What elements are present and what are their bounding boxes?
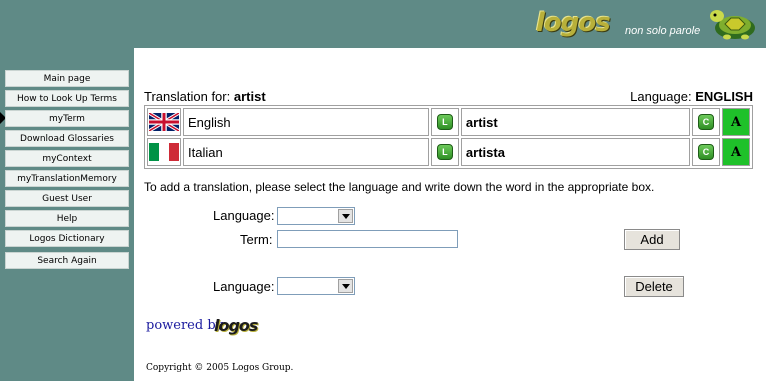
language-name: English xyxy=(183,108,429,136)
delete-button[interactable]: Delete xyxy=(624,276,684,297)
sidebar-item-how-to-look-up-terms[interactable]: How to Look Up Terms xyxy=(5,90,129,107)
language-label-delete: Language: xyxy=(213,279,275,294)
logo-text: logos xyxy=(536,8,611,38)
sidebar-item-guest-user[interactable]: Guest User xyxy=(5,190,129,207)
sidebar-item-myterm[interactable]: myTerm xyxy=(5,110,129,127)
l-cell: L xyxy=(430,108,459,136)
l-icon[interactable]: L xyxy=(436,144,453,161)
current-language: ENGLISH xyxy=(695,89,753,104)
term-label: Term: xyxy=(240,232,273,247)
powered-by-text: powered by xyxy=(146,318,223,333)
uk-flag-icon xyxy=(148,111,180,133)
translation-prefix: Translation for: xyxy=(144,89,231,104)
sidebar-item-mytranslationmemory[interactable]: myTranslationMemory xyxy=(5,170,129,187)
sidebar: Main page How to Look Up Terms myTerm Do… xyxy=(5,70,131,272)
language-prefix: Language: xyxy=(630,89,692,104)
flag-cell xyxy=(147,138,181,166)
translation-word: artist xyxy=(460,108,690,136)
turtle-mascot-icon xyxy=(710,10,755,40)
a-icon[interactable]: A xyxy=(722,138,750,166)
l-icon[interactable]: L xyxy=(436,114,453,131)
language-select-delete[interactable] xyxy=(277,277,355,295)
italy-flag-icon xyxy=(149,143,179,161)
sidebar-item-help[interactable]: Help xyxy=(5,210,129,227)
powered-logo[interactable]: logos xyxy=(214,316,258,335)
slogan: non solo parole xyxy=(625,25,701,37)
copyright: Copyright © 2005 Logos Group. xyxy=(146,363,294,373)
language-label: Language: xyxy=(213,208,275,223)
chevron-down-icon[interactable] xyxy=(338,209,353,223)
c-cell: C xyxy=(692,138,720,166)
add-button[interactable]: Add xyxy=(624,229,680,250)
translation-heading: Translation for: artist xyxy=(144,89,266,104)
table-row: Italian L artista C A xyxy=(147,138,750,166)
c-icon[interactable]: C xyxy=(698,144,714,161)
header-bar: logos non solo parole xyxy=(0,0,766,48)
l-cell: L xyxy=(430,138,459,166)
a-icon[interactable]: A xyxy=(722,108,750,136)
instruction-text: To add a translation, please select the … xyxy=(144,180,655,194)
sidebar-item-main-page[interactable]: Main page xyxy=(5,70,129,87)
sidebar-item-mycontext[interactable]: myContext xyxy=(5,150,129,167)
chevron-down-icon[interactable] xyxy=(338,279,353,293)
term-input[interactable] xyxy=(277,230,458,248)
translation-word: artista xyxy=(460,138,690,166)
language-heading: Language: ENGLISH xyxy=(630,89,753,104)
c-icon[interactable]: C xyxy=(698,114,714,131)
language-select-add[interactable] xyxy=(277,207,355,225)
translations-table: English L artist C A Italian L artista C… xyxy=(144,105,753,169)
sidebar-item-download-glossaries[interactable]: Download Glossaries xyxy=(5,130,129,147)
translation-term: artist xyxy=(233,89,266,104)
flag-cell xyxy=(147,108,181,136)
language-name: Italian xyxy=(183,138,429,166)
logos-logo[interactable]: logos xyxy=(532,6,616,40)
sidebar-item-search-again[interactable]: Search Again xyxy=(5,252,129,269)
table-row: English L artist C A xyxy=(147,108,750,136)
sidebar-item-logos-dictionary[interactable]: Logos Dictionary xyxy=(5,230,129,247)
c-cell: C xyxy=(692,108,720,136)
